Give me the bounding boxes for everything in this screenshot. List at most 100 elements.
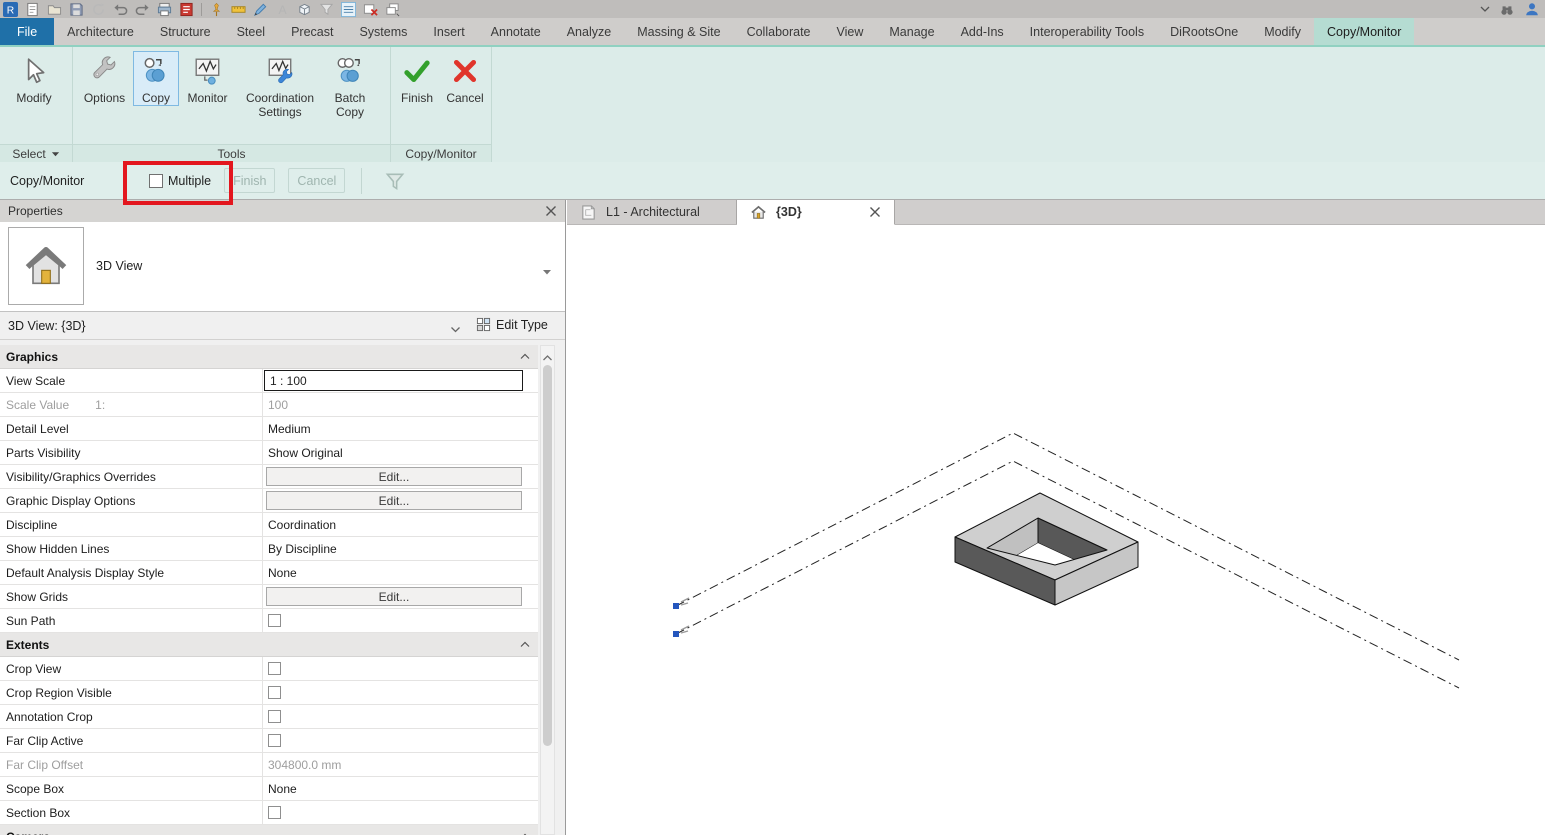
view-tab-3d[interactable]: {3D} — [737, 200, 895, 225]
chevron-up-icon[interactable] — [520, 353, 530, 360]
ribbon-tab-massing-site[interactable]: Massing & Site — [624, 18, 733, 45]
measure-icon[interactable] — [231, 2, 246, 17]
property-value[interactable]: By Discipline — [268, 542, 337, 556]
panel-label-select[interactable]: Select — [0, 144, 72, 162]
user-icon[interactable] — [1524, 1, 1540, 17]
view-tab-label: L1 - Architectural — [606, 205, 700, 219]
chevron-up-icon[interactable] — [520, 641, 530, 648]
ribbon-tab-file[interactable]: File — [0, 18, 54, 45]
open-icon[interactable] — [47, 2, 62, 17]
ribbon-tab-systems[interactable]: Systems — [346, 18, 420, 45]
properties-scrollbar[interactable] — [540, 345, 555, 835]
box-3d-icon[interactable] — [297, 2, 312, 17]
property-checkbox[interactable] — [268, 710, 281, 723]
ribbon-tab-collaborate[interactable]: Collaborate — [734, 18, 824, 45]
close-x-icon[interactable] — [869, 206, 881, 218]
chevron-down-icon[interactable] — [542, 262, 552, 268]
ribbon-tab-modify[interactable]: Modify — [1251, 18, 1314, 45]
print-icon[interactable] — [157, 2, 172, 17]
ribbon-tab-manage[interactable]: Manage — [876, 18, 947, 45]
save-icon[interactable] — [69, 2, 84, 17]
panel-label-text: Copy/Monitor — [405, 147, 476, 161]
property-checkbox[interactable] — [268, 686, 281, 699]
search-icon[interactable] — [1499, 1, 1515, 17]
property-value[interactable]: Show Original — [268, 446, 343, 460]
cancel-button[interactable]: Cancel — [440, 51, 490, 106]
filter-icon[interactable] — [384, 171, 406, 191]
property-checkbox[interactable] — [268, 806, 281, 819]
ribbon-panel-tools: Options CopyMonitorCoordination SettingsB… — [73, 47, 391, 162]
wall-box-3d[interactable] — [955, 493, 1138, 605]
close-icon[interactable] — [545, 205, 557, 217]
modify-button[interactable]: Modify — [3, 51, 65, 106]
finish-button-disabled[interactable]: Finish — [224, 168, 275, 193]
caret-down-icon[interactable] — [1480, 6, 1490, 12]
caret-down-filled-icon — [51, 151, 60, 157]
filter-icon[interactable] — [319, 2, 334, 17]
property-value[interactable]: 100 — [268, 398, 288, 412]
ribbon-tab-copy-monitor[interactable]: Copy/Monitor — [1314, 18, 1414, 45]
ribbon-tab-analyze[interactable]: Analyze — [554, 18, 624, 45]
multiple-checkbox-group[interactable]: Multiple — [149, 174, 211, 188]
new-doc-icon[interactable] — [25, 2, 40, 17]
chevron-down-icon[interactable] — [450, 322, 461, 329]
pencil-icon[interactable] — [253, 2, 268, 17]
ribbon-tab-add-ins[interactable]: Add-Ins — [948, 18, 1017, 45]
edit-button[interactable]: Edit... — [266, 467, 522, 486]
close-hidden-windows-icon[interactable] — [363, 2, 378, 17]
property-checkbox[interactable] — [268, 734, 281, 747]
property-value[interactable]: None — [268, 566, 297, 580]
3d-view-canvas[interactable] — [567, 225, 1545, 835]
ribbon-tab-annotate[interactable]: Annotate — [478, 18, 554, 45]
edit-button[interactable]: Edit... — [266, 491, 522, 510]
section-header-graphics[interactable]: Graphics — [0, 345, 538, 369]
property-checkbox[interactable] — [268, 614, 281, 627]
edit-type-button[interactable]: Edit Type — [476, 317, 548, 332]
view-tab-l1-architectural[interactable]: L1 - Architectural — [567, 200, 737, 224]
close-doc-icon[interactable] — [179, 2, 194, 17]
property-value[interactable]: Coordination — [268, 518, 336, 532]
monitor-button[interactable]: Monitor — [179, 51, 236, 106]
multiple-checkbox[interactable] — [149, 174, 163, 188]
instance-selector-label[interactable]: 3D View: {3D} — [8, 319, 86, 333]
ribbon-tab-structure[interactable]: Structure — [147, 18, 224, 45]
batch-copy-button[interactable]: Batch Copy — [324, 51, 376, 120]
button-label: Options — [84, 91, 125, 105]
ribbon-tab-steel[interactable]: Steel — [224, 18, 279, 45]
property-value[interactable]: None — [268, 782, 297, 796]
thin-lines-icon[interactable] — [341, 2, 356, 17]
finish-button[interactable]: Finish — [394, 51, 440, 106]
cascade-windows-icon[interactable] — [385, 2, 400, 17]
ribbon-tab-dirootsone[interactable]: DiRootsOne — [1157, 18, 1251, 45]
ribbon-tab-insert[interactable]: Insert — [420, 18, 477, 45]
revit-logo[interactable]: R — [3, 2, 18, 17]
scrollbar-thumb[interactable] — [543, 365, 552, 746]
ribbon-tab-interoperability-tools[interactable]: Interoperability Tools — [1017, 18, 1157, 45]
section-header-camera[interactable]: Camera — [0, 825, 538, 835]
options-button[interactable]: Options — [76, 51, 133, 106]
ribbon-tab-view[interactable]: View — [824, 18, 877, 45]
sync-icon[interactable] — [91, 2, 106, 17]
property-checkbox[interactable] — [268, 662, 281, 675]
property-value-input[interactable]: 1 : 100 — [264, 370, 523, 391]
coordination-settings-button[interactable]: Coordination Settings — [236, 51, 324, 120]
redo-icon[interactable] — [135, 2, 150, 17]
ribbon-tab-architecture[interactable]: Architecture — [54, 18, 147, 45]
text-icon[interactable]: A — [275, 2, 290, 17]
copy-button[interactable]: Copy — [133, 51, 179, 106]
scroll-up-icon[interactable] — [542, 349, 553, 358]
cancel-button-disabled[interactable]: Cancel — [288, 168, 345, 193]
ribbon-tab-precast[interactable]: Precast — [278, 18, 346, 45]
undo-icon[interactable] — [113, 2, 128, 17]
property-value[interactable]: Medium — [268, 422, 311, 436]
column-divider — [262, 705, 263, 728]
type-selector[interactable]: 3D View — [0, 222, 565, 312]
multiple-checkbox-label: Multiple — [168, 174, 211, 188]
edit-button[interactable]: Edit... — [266, 587, 522, 606]
property-value[interactable]: 304800.0 mm — [268, 758, 341, 772]
section-title: Extents — [6, 638, 49, 652]
ribbon-panel-body: Modify — [0, 47, 72, 106]
property-row-far-clip-offset: Far Clip Offset304800.0 mm — [0, 753, 538, 777]
section-header-extents[interactable]: Extents — [0, 633, 538, 657]
pin-icon[interactable] — [209, 2, 224, 17]
